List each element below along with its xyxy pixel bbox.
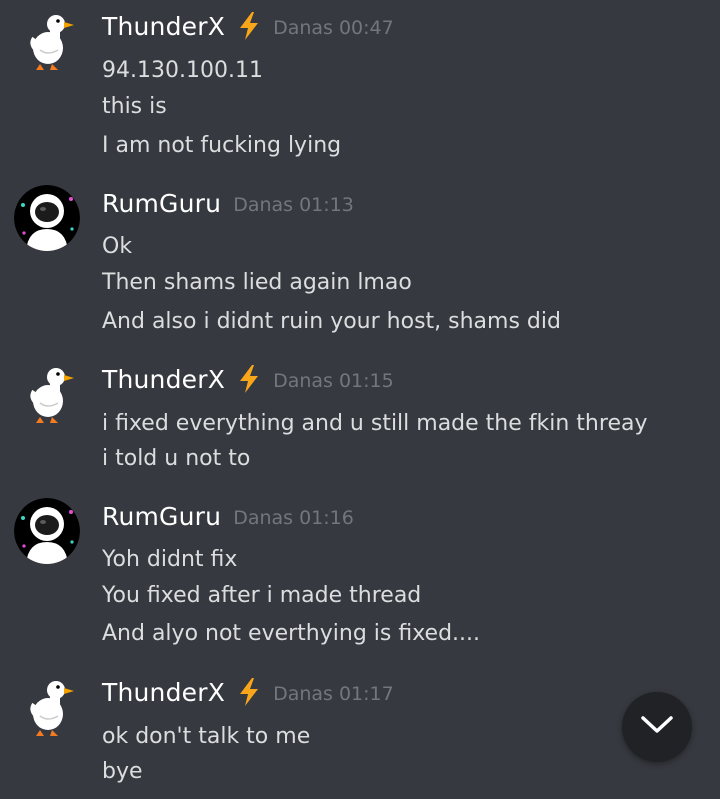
message-text: Ok (102, 234, 133, 259)
message-timestamp: Danas 01:15 (273, 370, 394, 392)
message-text: Then shams lied again lmao (102, 270, 412, 295)
message-text: And also i didnt ruin your host, shams d… (102, 309, 561, 334)
astronaut-avatar-icon[interactable] (14, 185, 80, 251)
chat-message-list[interactable]: ThunderX Danas 00:47 94.130.100.11 this … (0, 0, 720, 799)
chevron-down-icon (640, 715, 674, 739)
duck-avatar-icon[interactable] (14, 8, 80, 74)
message-header: RumGuru Danas 01:16 (102, 498, 354, 534)
message-text: And alyo not everthying is fixed.... (102, 621, 481, 646)
message-header: ThunderX Danas 00:47 (102, 8, 394, 44)
message-text: You fixed after i made thread (102, 583, 422, 608)
message-timestamp: Danas 01:13 (233, 194, 354, 216)
message-timestamp: Danas 01:17 (273, 683, 394, 705)
duck-avatar-icon[interactable] (14, 361, 80, 427)
message-header: RumGuru Danas 01:13 (102, 185, 354, 221)
username[interactable]: ThunderX (102, 678, 225, 707)
duck-avatar-icon[interactable] (14, 674, 80, 740)
username[interactable]: ThunderX (102, 12, 225, 41)
message-timestamp: Danas 01:16 (233, 507, 354, 529)
username[interactable]: RumGuru (102, 502, 221, 531)
message-text: 94.130.100.11 (102, 58, 263, 83)
message-text: i told u not to (102, 446, 251, 471)
message-header: ThunderX Danas 01:15 (102, 361, 394, 397)
lightning-bolt-icon (237, 677, 261, 707)
message-text: Yoh didnt fix (102, 547, 238, 572)
message-timestamp: Danas 00:47 (273, 17, 394, 39)
jump-to-bottom-button[interactable] (622, 692, 692, 762)
message-text: i fixed everything and u still made the … (102, 411, 648, 436)
message-text: ok don't talk to me (102, 724, 311, 749)
astronaut-avatar-icon[interactable] (14, 498, 80, 564)
username[interactable]: RumGuru (102, 189, 221, 218)
message-text: bye (102, 759, 143, 784)
message-text: this is (102, 94, 167, 119)
username[interactable]: ThunderX (102, 365, 225, 394)
message-header: ThunderX Danas 01:17 (102, 674, 394, 710)
lightning-bolt-icon (237, 364, 261, 394)
lightning-bolt-icon (237, 11, 261, 41)
message-text: I am not fucking lying (102, 133, 342, 158)
